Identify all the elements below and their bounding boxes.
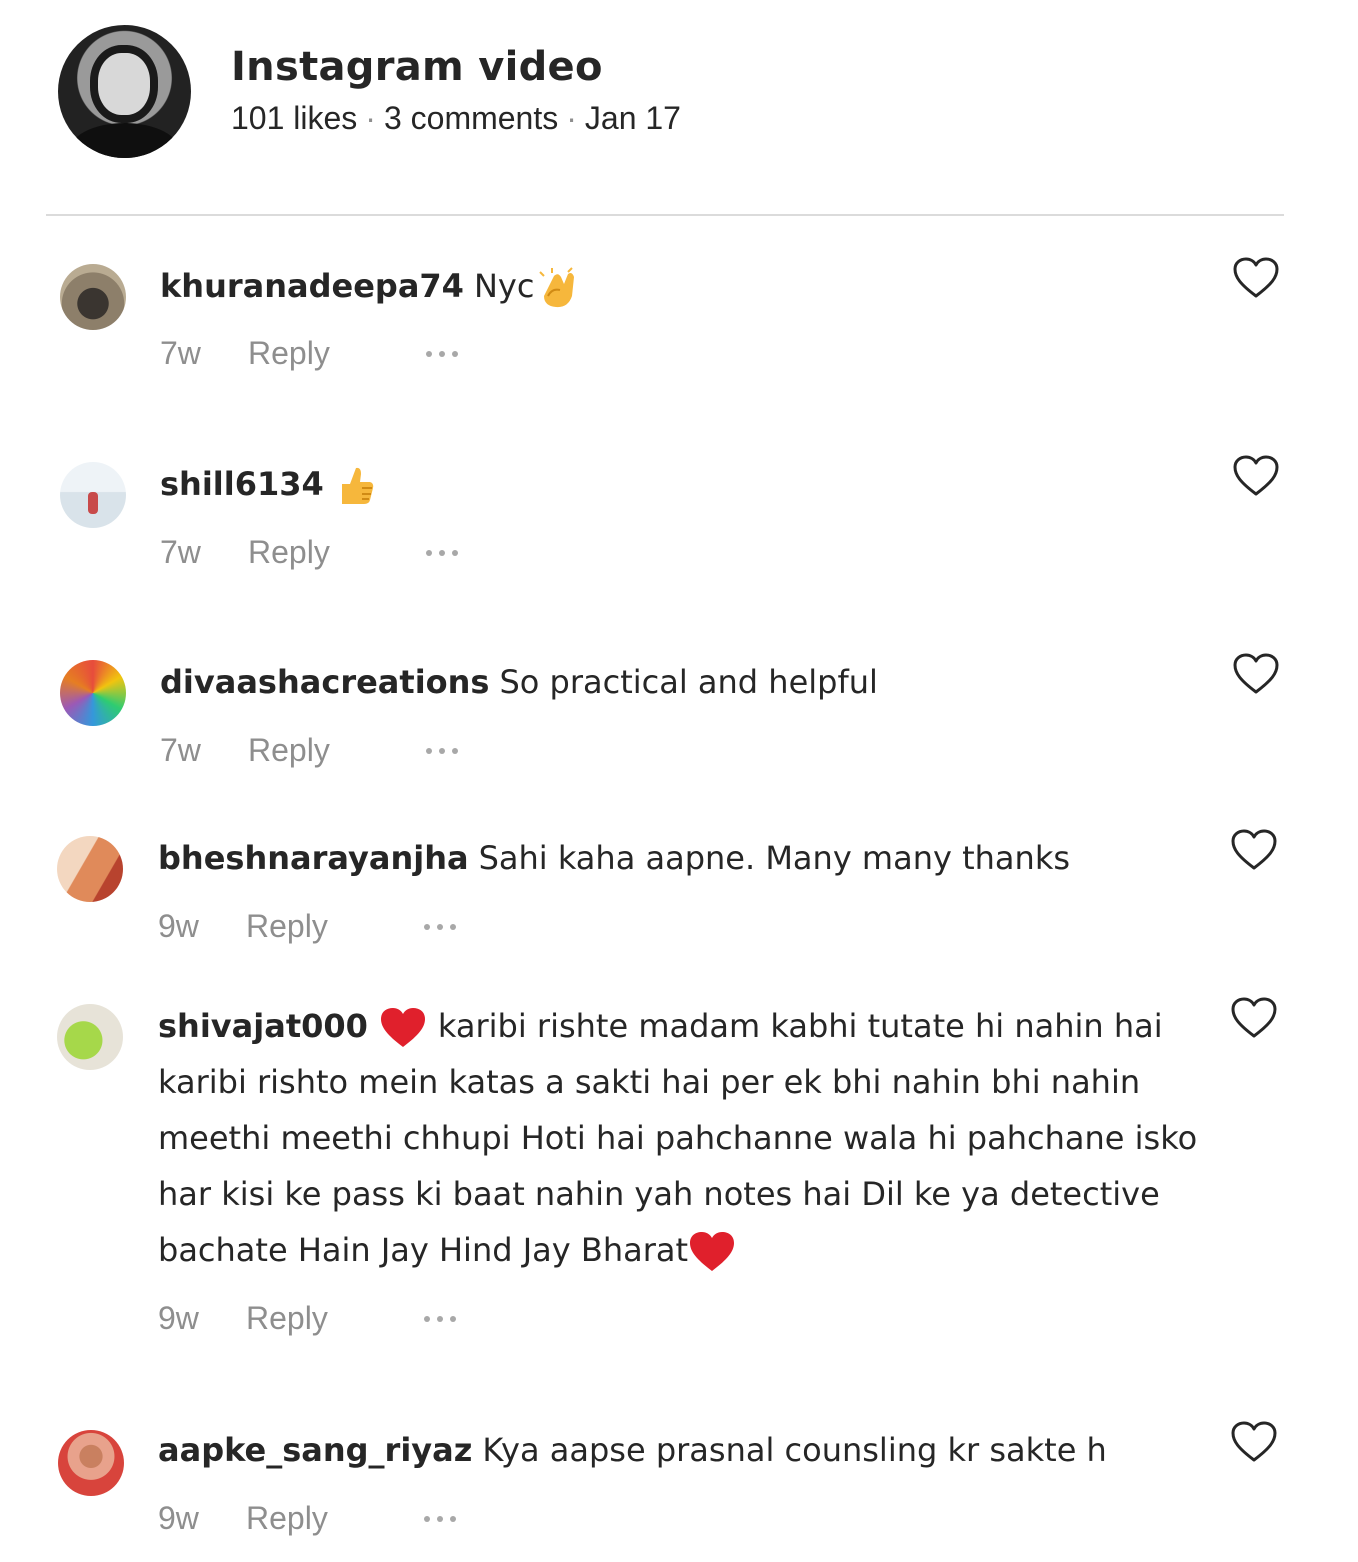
comment-text: So practical and helpful bbox=[499, 663, 878, 701]
heart-outline-icon[interactable] bbox=[1230, 1420, 1278, 1464]
comment-username[interactable]: aapke_sang_riyaz bbox=[158, 1431, 472, 1469]
comment-time[interactable]: 9w bbox=[158, 908, 199, 945]
thumbs-up-emoji bbox=[341, 467, 373, 504]
comment-time[interactable]: 9w bbox=[158, 1500, 199, 1537]
comment-username[interactable]: shill6134 bbox=[160, 465, 324, 503]
heart-outline-icon[interactable] bbox=[1230, 828, 1278, 872]
comment-body: shivajat000 karibi rishte madam kabhi tut… bbox=[158, 998, 1208, 1278]
commenter-avatar[interactable] bbox=[57, 836, 123, 902]
likes-count[interactable]: 101 likes bbox=[231, 100, 357, 136]
post-date: Jan 17 bbox=[584, 100, 681, 136]
post-header: Instagram video 101 likes · 3 comments · Jan… bbox=[0, 0, 1358, 200]
more-horizontal-icon[interactable] bbox=[426, 349, 466, 359]
comment-time[interactable]: 9w bbox=[158, 1300, 199, 1337]
comment-time[interactable]: 7w bbox=[160, 335, 201, 372]
comment-username[interactable]: khuranadeepa74 bbox=[160, 267, 464, 305]
header-divider bbox=[46, 214, 1284, 216]
more-horizontal-icon[interactable] bbox=[426, 548, 466, 558]
commenter-avatar[interactable] bbox=[60, 660, 126, 726]
comment-body: bheshnarayanjha Sahi kaha aapne. Many man… bbox=[158, 830, 1198, 886]
reply-button[interactable]: Reply bbox=[248, 534, 330, 571]
commenter-avatar[interactable] bbox=[60, 462, 126, 528]
heart-outline-icon[interactable] bbox=[1232, 454, 1280, 498]
reply-button[interactable]: Reply bbox=[248, 732, 330, 769]
reply-button[interactable]: Reply bbox=[246, 908, 328, 945]
more-horizontal-icon[interactable] bbox=[424, 1514, 464, 1524]
commenter-avatar[interactable] bbox=[60, 264, 126, 330]
heart-outline-icon[interactable] bbox=[1232, 652, 1280, 696]
comment-text: Sahi kaha aapne. Many many thanks bbox=[478, 839, 1071, 877]
post-meta: 101 likes · 3 comments · Jan 17 bbox=[231, 100, 681, 136]
comment-text: Nyc bbox=[473, 267, 535, 305]
more-horizontal-icon[interactable] bbox=[424, 922, 464, 932]
more-horizontal-icon[interactable] bbox=[426, 746, 466, 756]
post-title[interactable]: Instagram video bbox=[231, 44, 603, 90]
red-heart-emoji bbox=[690, 1232, 735, 1271]
comments-count[interactable]: 3 comments bbox=[384, 100, 558, 136]
comment-text: Kya aapse prasnal counsling kr sakte h bbox=[482, 1431, 1107, 1469]
comment-username[interactable]: divaashacreations bbox=[160, 663, 489, 701]
comment-body: khuranadeepa74 Nyc bbox=[160, 258, 1200, 314]
reply-button[interactable]: Reply bbox=[248, 335, 330, 372]
reply-button[interactable]: Reply bbox=[246, 1300, 328, 1337]
comment-body: shill6134 bbox=[160, 456, 1200, 512]
comment-username[interactable]: bheshnarayanjha bbox=[158, 839, 469, 877]
reply-button[interactable]: Reply bbox=[246, 1500, 328, 1537]
commenter-avatar[interactable] bbox=[58, 1430, 124, 1496]
heart-outline-icon[interactable] bbox=[1232, 256, 1280, 300]
red-heart-emoji bbox=[380, 1008, 425, 1047]
comment-body: aapke_sang_riyaz Kya aapse prasnal counsl… bbox=[158, 1422, 1198, 1478]
post-author-avatar[interactable] bbox=[58, 25, 191, 158]
comment-body: divaashacreations So practical and helpfu… bbox=[160, 654, 1200, 710]
clapping-hands-emoji bbox=[539, 267, 575, 308]
heart-outline-icon[interactable] bbox=[1230, 996, 1278, 1040]
comment-time[interactable]: 7w bbox=[160, 534, 201, 571]
comment-username[interactable]: shivajat000 bbox=[158, 1007, 368, 1045]
commenter-avatar[interactable] bbox=[57, 1004, 123, 1070]
more-horizontal-icon[interactable] bbox=[424, 1314, 464, 1324]
comment-text: karibi rishte madam kabhi tutate hi nahi… bbox=[158, 1007, 1198, 1269]
comment-time[interactable]: 7w bbox=[160, 732, 201, 769]
